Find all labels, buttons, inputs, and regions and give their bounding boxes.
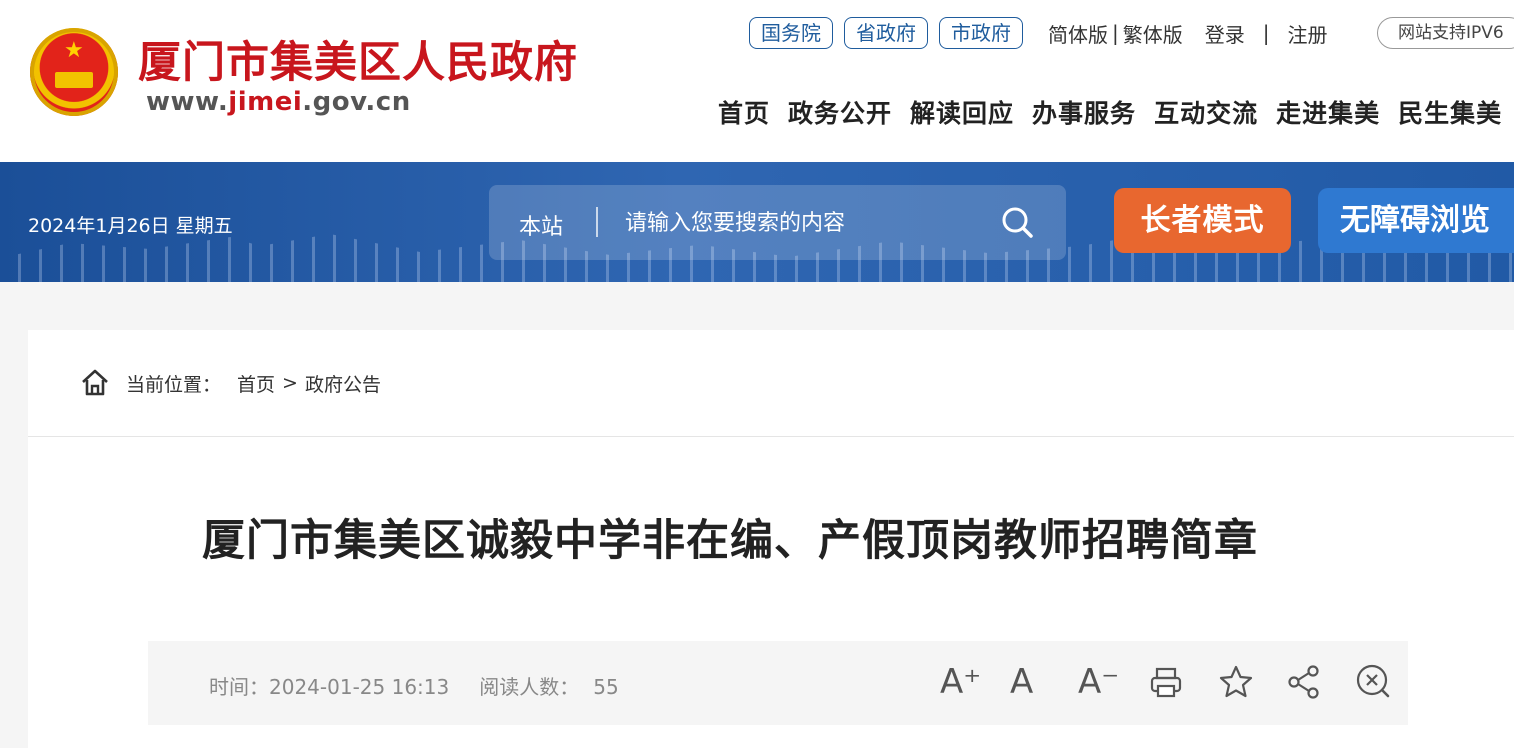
share-icon [1288, 665, 1319, 699]
star-icon: ★ [64, 38, 84, 63]
print-button[interactable] [1146, 662, 1186, 702]
ipv6-badge: 网站支持IPV6 [1377, 17, 1514, 49]
share-button[interactable] [1284, 662, 1324, 702]
simplified-link[interactable]: 简体版 [1048, 19, 1108, 48]
font-decrease-button[interactable]: A⁻ [1078, 662, 1119, 702]
search-banner: 2024年1月26日 星期五 本站 长者模式 无障碍浏览 [0, 162, 1514, 282]
nav-gov-affairs[interactable]: 政务公开 [788, 94, 892, 130]
breadcrumb-current[interactable]: 政府公告 [305, 370, 381, 397]
nav-home[interactable]: 首页 [718, 94, 770, 130]
nav-interpretation[interactable]: 解读回应 [910, 94, 1014, 130]
main-nav: 首页 政务公开 解读回应 办事服务 互动交流 走进集美 民生集美 [718, 94, 1514, 130]
nav-interaction[interactable]: 互动交流 [1154, 94, 1258, 130]
accessible-mode-button[interactable]: 无障碍浏览 [1318, 188, 1514, 253]
breadcrumb: 当前位置： 首页 > 政府公告 [80, 368, 381, 398]
read-count: 55 [593, 675, 619, 699]
province-gov-link[interactable]: 省政府 [844, 17, 928, 49]
search-scope[interactable]: 本站 [519, 209, 563, 241]
nav-services[interactable]: 办事服务 [1032, 94, 1136, 130]
time-label: 时间： [209, 675, 269, 699]
star-icon [1219, 665, 1253, 698]
site-url: www.jimei.gov.cn [146, 87, 411, 117]
article-meta-bar: 时间：2024-01-25 16:13 阅读人数： 55 A⁺ A A⁻ [148, 641, 1408, 725]
nav-livelihood[interactable]: 民生集美 [1398, 94, 1502, 130]
article-meta: 时间：2024-01-25 16:13 阅读人数： 55 [209, 671, 619, 700]
search-box: 本站 [489, 185, 1066, 260]
city-gov-link[interactable]: 市政府 [939, 17, 1023, 49]
separator: | [1112, 21, 1119, 45]
breadcrumb-separator: > [282, 372, 298, 394]
print-icon [1150, 667, 1182, 698]
breadcrumb-label: 当前位置： [126, 373, 222, 396]
search-divider [596, 207, 598, 237]
current-date: 2024年1月26日 星期五 [28, 215, 233, 237]
search-icon[interactable] [1000, 205, 1034, 239]
url-prefix: www. [146, 87, 229, 117]
search-input[interactable] [623, 198, 987, 248]
url-suffix: .gov.cn [302, 87, 411, 117]
favorite-button[interactable] [1216, 662, 1256, 702]
breadcrumb-home-link[interactable]: 首页 [237, 370, 275, 397]
top-links: 国务院 省政府 市政府 简体版 | 繁体版 登录 | 注册 [749, 15, 1328, 51]
reads-label: 阅读人数： [479, 675, 580, 699]
publish-time: 2024-01-25 16:13 [269, 675, 450, 699]
national-emblem-icon: ★ [30, 28, 118, 116]
elder-mode-button[interactable]: 长者模式 [1114, 188, 1291, 253]
font-normal-button[interactable]: A [1010, 662, 1050, 702]
traditional-link[interactable]: 繁体版 [1123, 19, 1183, 48]
close-search-icon [1356, 664, 1390, 698]
home-icon[interactable] [80, 368, 110, 398]
nav-about-jimei[interactable]: 走进集美 [1276, 94, 1380, 130]
article-title: 厦门市集美区诚毅中学非在编、产假顶岗教师招聘简章 [202, 516, 1258, 566]
article-container: 当前位置： 首页 > 政府公告 厦门市集美区诚毅中学非在编、产假顶岗教师招聘简章… [28, 330, 1514, 748]
login-link[interactable]: 登录 [1205, 19, 1245, 48]
site-title[interactable]: 厦门市集美区人民政府 [138, 28, 578, 90]
url-highlight: jimei [228, 87, 303, 117]
separator: | [1262, 21, 1270, 45]
site-header: ★ 厦门市集美区人民政府 www.jimei.gov.cn 国务院 省政府 市政… [0, 0, 1514, 162]
state-council-link[interactable]: 国务院 [749, 17, 833, 49]
font-increase-button[interactable]: A⁺ [940, 662, 981, 702]
tiananmen-gate-icon [55, 72, 93, 88]
divider [28, 436, 1514, 437]
close-button[interactable] [1354, 662, 1394, 702]
register-link[interactable]: 注册 [1288, 19, 1328, 48]
